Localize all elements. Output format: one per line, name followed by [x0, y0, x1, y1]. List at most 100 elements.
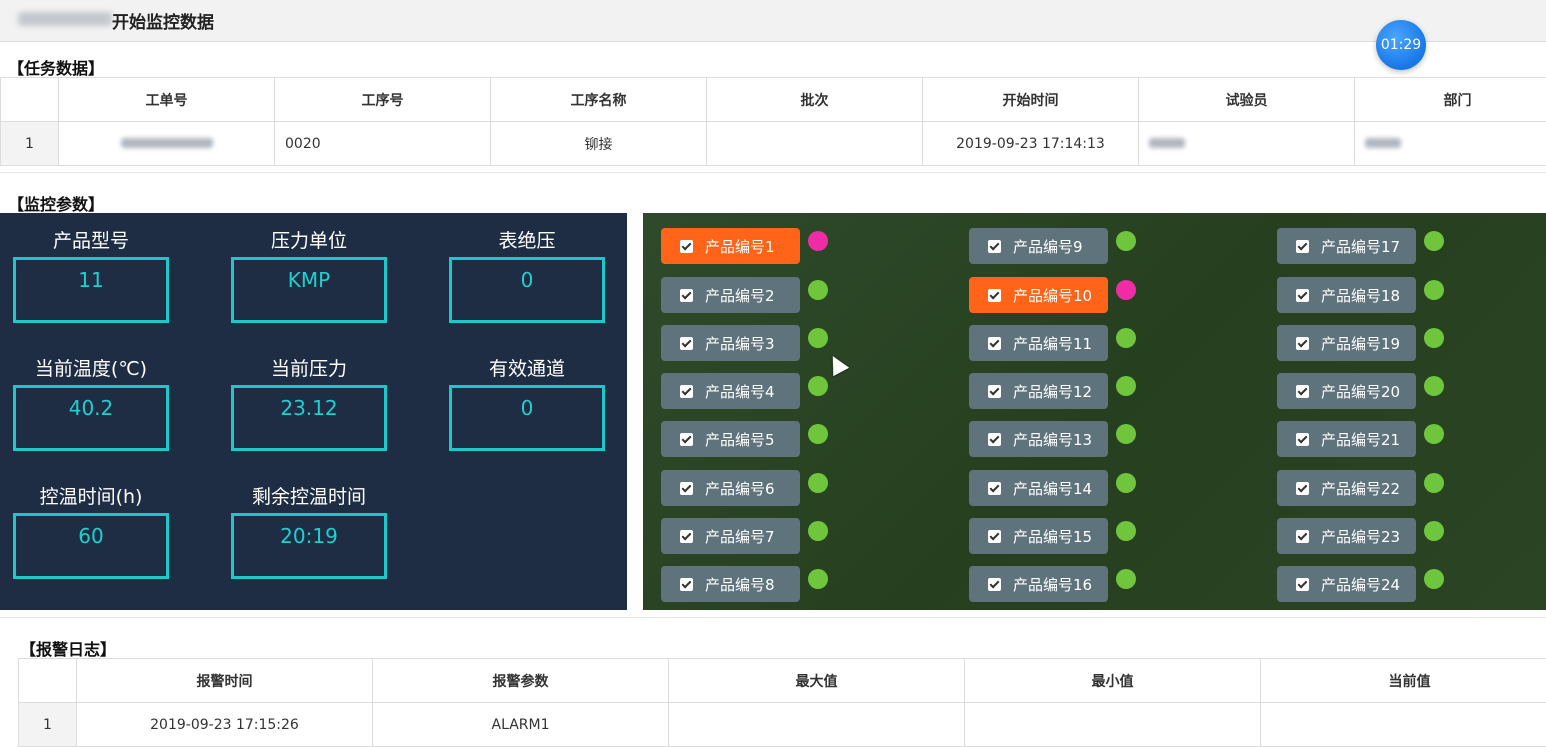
checkbox-icon[interactable] [680, 578, 693, 591]
status-indicator-icon [808, 569, 828, 589]
redacted-title-prefix [18, 12, 112, 26]
checkbox-icon[interactable] [988, 289, 1001, 302]
task-col-process-name[interactable]: 工序名称 [491, 78, 707, 122]
product-channel-label: 产品编号20 [1321, 381, 1400, 402]
product-channel-button[interactable]: 产品编号17 [1277, 228, 1416, 264]
param-temp-control-time: 控温时间(h) 60 [13, 481, 169, 579]
param-value: 11 [13, 257, 169, 323]
checkbox-icon[interactable] [680, 337, 693, 350]
task-col-department[interactable]: 部门 [1355, 78, 1546, 122]
checkbox-icon[interactable] [988, 530, 1001, 543]
alarm-min-cell [965, 703, 1261, 747]
param-value: KMP [231, 257, 387, 323]
table-row[interactable]: 1 2019-09-23 17:15:26 ALARM1 [19, 703, 1546, 747]
checkbox-icon[interactable] [1296, 385, 1309, 398]
product-channel-button[interactable]: 产品编号14 [969, 470, 1108, 506]
product-channel-label: 产品编号2 [705, 285, 775, 306]
row-index: 1 [19, 703, 77, 747]
redacted-department [1365, 138, 1401, 148]
product-channel-label: 产品编号12 [1013, 381, 1092, 402]
product-channel-button[interactable]: 产品编号2 [661, 277, 800, 313]
table-row[interactable]: 1 0020 铆接 2019-09-23 17:14:13 [1, 122, 1546, 166]
product-channel-button[interactable]: 产品编号20 [1277, 373, 1416, 409]
alarm-col-time[interactable]: 报警时间 [77, 659, 373, 703]
checkbox-icon[interactable] [1296, 530, 1309, 543]
alarm-col-param[interactable]: 报警参数 [373, 659, 669, 703]
alarm-log-section-title: 【报警日志】 [20, 636, 116, 660]
status-indicator-icon [1116, 376, 1136, 396]
checkbox-icon[interactable] [680, 385, 693, 398]
product-channel-button[interactable]: 产品编号10 [969, 277, 1108, 313]
process-name-cell: 铆接 [491, 122, 707, 166]
product-channel-button[interactable]: 产品编号9 [969, 228, 1108, 264]
product-channel-label: 产品编号4 [705, 381, 775, 402]
task-col-work-order[interactable]: 工单号 [59, 78, 275, 122]
product-channel-button[interactable]: 产品编号16 [969, 566, 1108, 602]
status-indicator-icon [1116, 231, 1136, 251]
status-indicator-icon [1116, 569, 1136, 589]
status-indicator-icon [1424, 473, 1444, 493]
task-col-tester[interactable]: 试验员 [1139, 78, 1355, 122]
checkbox-icon[interactable] [988, 337, 1001, 350]
product-channel-button[interactable]: 产品编号8 [661, 566, 800, 602]
checkbox-icon[interactable] [988, 433, 1001, 446]
checkbox-icon[interactable] [988, 482, 1001, 495]
product-channels-panel: 产品编号1 产品编号2 产品编号3 产品编号4 产品编号5 产品编号6 产品编号7 产品编号8… [643, 213, 1546, 610]
timer-badge[interactable]: 01:29 [1376, 20, 1426, 70]
param-value: 40.2 [13, 385, 169, 451]
alarm-col-min[interactable]: 最小值 [965, 659, 1261, 703]
product-channel-button[interactable]: 产品编号12 [969, 373, 1108, 409]
checkbox-icon[interactable] [680, 240, 693, 253]
status-indicator-icon [808, 328, 828, 348]
param-current-pressure: 当前压力 23.12 [231, 353, 387, 451]
product-channel-button[interactable]: 产品编号5 [661, 421, 800, 457]
product-channel-button[interactable]: 产品编号21 [1277, 421, 1416, 457]
checkbox-icon[interactable] [680, 482, 693, 495]
task-col-batch[interactable]: 批次 [707, 78, 923, 122]
alarm-col-max[interactable]: 最大值 [669, 659, 965, 703]
checkbox-icon[interactable] [988, 578, 1001, 591]
product-channel-button[interactable]: 产品编号7 [661, 518, 800, 554]
checkbox-icon[interactable] [988, 240, 1001, 253]
product-channel-button[interactable]: 产品编号3 [661, 325, 800, 361]
product-channel-button[interactable]: 产品编号22 [1277, 470, 1416, 506]
product-channel-button[interactable]: 产品编号19 [1277, 325, 1416, 361]
checkbox-icon[interactable] [988, 385, 1001, 398]
checkbox-icon[interactable] [1296, 433, 1309, 446]
param-value: 0 [449, 385, 605, 451]
product-channel-button[interactable]: 产品编号24 [1277, 566, 1416, 602]
checkbox-icon[interactable] [1296, 289, 1309, 302]
product-channel-button[interactable]: 产品编号4 [661, 373, 800, 409]
alarm-table-header: 报警时间 报警参数 最大值 最小值 当前值 [19, 659, 1546, 703]
checkbox-icon[interactable] [1296, 578, 1309, 591]
department-cell [1355, 122, 1546, 166]
product-channel-label: 产品编号1 [705, 236, 775, 257]
product-channel-label: 产品编号24 [1321, 574, 1400, 595]
redacted-tester [1149, 138, 1185, 148]
product-channel-button[interactable]: 产品编号23 [1277, 518, 1416, 554]
param-value: 20:19 [231, 513, 387, 579]
product-channel-button[interactable]: 产品编号18 [1277, 277, 1416, 313]
batch-cell [707, 122, 923, 166]
product-channel-label: 产品编号18 [1321, 285, 1400, 306]
alarm-log-table: 报警时间 报警参数 最大值 最小值 当前值 1 2019-09-23 17:15… [18, 658, 1546, 747]
checkbox-icon[interactable] [1296, 337, 1309, 350]
checkbox-icon[interactable] [1296, 240, 1309, 253]
product-channel-button[interactable]: 产品编号11 [969, 325, 1108, 361]
task-col-process-no[interactable]: 工序号 [275, 78, 491, 122]
task-col-start-time[interactable]: 开始时间 [923, 78, 1139, 122]
checkbox-icon[interactable] [680, 289, 693, 302]
product-channel-button[interactable]: 产品编号15 [969, 518, 1108, 554]
title-bar: 开始监控数据 [0, 0, 1546, 42]
work-order-cell [59, 122, 275, 166]
checkbox-icon[interactable] [680, 530, 693, 543]
status-indicator-icon [1424, 328, 1444, 348]
alarm-col-current[interactable]: 当前值 [1261, 659, 1546, 703]
product-channel-button[interactable]: 产品编号1 [661, 228, 800, 264]
divider [0, 617, 1546, 618]
checkbox-icon[interactable] [680, 433, 693, 446]
status-indicator-icon [1424, 521, 1444, 541]
checkbox-icon[interactable] [1296, 482, 1309, 495]
product-channel-button[interactable]: 产品编号6 [661, 470, 800, 506]
product-channel-button[interactable]: 产品编号13 [969, 421, 1108, 457]
